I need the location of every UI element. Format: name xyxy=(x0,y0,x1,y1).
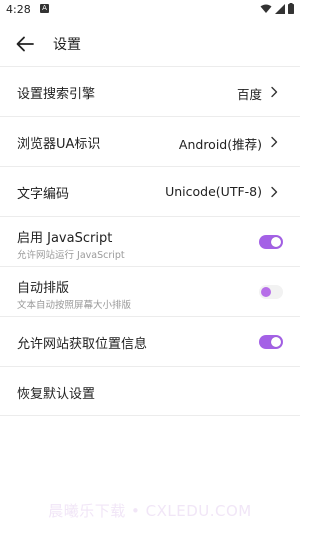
setting-allow-location: 允许网站获取位置信息 xyxy=(0,316,300,366)
javascript-toggle[interactable] xyxy=(259,235,283,249)
setting-label: 浏览器UA标识 xyxy=(17,137,101,152)
chevron-right-icon xyxy=(271,186,278,198)
watermark: 晨曦乐下载 • CXLEDU.COM xyxy=(48,502,252,520)
setting-search-engine[interactable]: 设置搜索引擎 百度 xyxy=(0,66,300,116)
status-bar: 4:28 A xyxy=(0,0,300,20)
signal-icon xyxy=(275,3,285,14)
setting-enable-javascript: 启用 JavaScript 允许网站运行 JavaScript xyxy=(0,216,300,266)
toggle-knob xyxy=(261,287,271,297)
setting-sublabel: 允许网站运行 JavaScript xyxy=(17,250,125,261)
location-toggle[interactable] xyxy=(259,335,283,349)
page-title: 设置 xyxy=(53,37,81,53)
setting-restore-defaults[interactable]: 恢复默认设置 xyxy=(0,366,300,416)
setting-sublabel: 文本自动按照屏幕大小排版 xyxy=(17,300,132,311)
setting-value: Unicode(UTF-8) xyxy=(165,184,262,199)
wifi-icon xyxy=(260,4,272,13)
notification-icon: A xyxy=(40,4,49,13)
setting-value: Android(推荐) xyxy=(178,137,262,152)
toggle-knob xyxy=(271,337,281,347)
setting-label: 设置搜索引擎 xyxy=(17,87,96,102)
setting-label: 启用 JavaScript xyxy=(17,231,113,246)
setting-value: 百度 xyxy=(236,87,262,102)
chevron-right-icon xyxy=(271,86,278,98)
status-time: 4:28 xyxy=(6,3,31,16)
setting-auto-layout: 自动排版 文本自动按照屏幕大小排版 xyxy=(0,266,300,316)
setting-browser-ua[interactable]: 浏览器UA标识 Android(推荐) xyxy=(0,116,300,166)
auto-layout-toggle[interactable] xyxy=(259,285,283,299)
settings-list: 设置搜索引擎 百度 浏览器UA标识 Android(推荐) 文字编码 Unico… xyxy=(0,66,300,416)
setting-label: 自动排版 xyxy=(17,281,70,296)
app-bar: 设置 xyxy=(0,24,300,64)
arrow-left-icon xyxy=(16,36,34,52)
setting-text-encoding[interactable]: 文字编码 Unicode(UTF-8) xyxy=(0,166,300,216)
status-icons xyxy=(260,3,294,14)
setting-label: 允许网站获取位置信息 xyxy=(17,337,148,352)
toggle-knob xyxy=(271,237,281,247)
battery-icon xyxy=(288,3,294,14)
chevron-right-icon xyxy=(271,136,278,148)
setting-label: 文字编码 xyxy=(17,187,70,202)
back-button[interactable] xyxy=(12,32,38,56)
setting-label: 恢复默认设置 xyxy=(17,387,96,402)
